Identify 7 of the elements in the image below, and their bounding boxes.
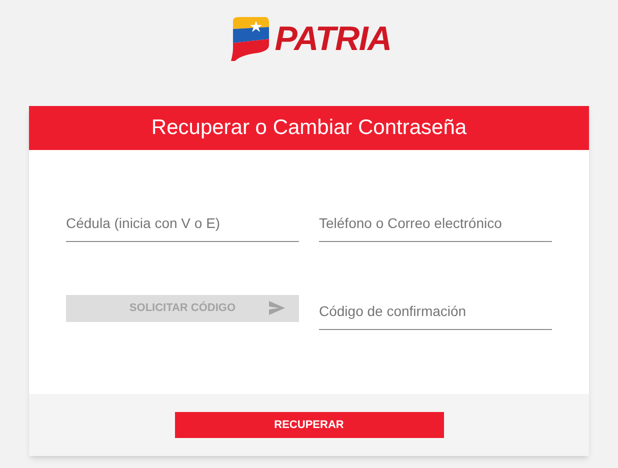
- input-field[interactable]: Cédula (inicia con V o E): [66, 204, 299, 242]
- recuperar-button[interactable]: RECUPERAR: [174, 412, 444, 438]
- card-title: Recuperar o Cambiar Contraseña: [151, 115, 467, 142]
- send-icon: [269, 300, 285, 314]
- logo-text: PATRIA: [274, 18, 392, 60]
- input-field[interactable]: Teléfono o Correo electrónico: [319, 204, 552, 242]
- input-field[interactable]: Código de confirmación: [319, 292, 552, 330]
